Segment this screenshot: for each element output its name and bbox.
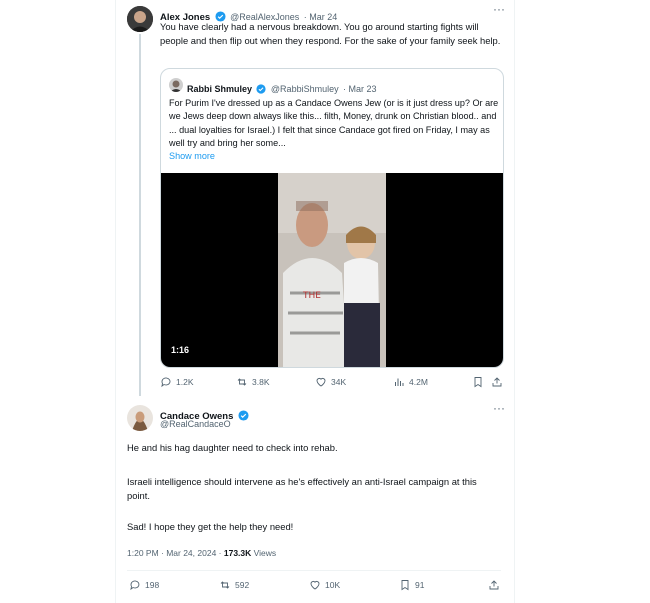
bookmark-icon (474, 377, 482, 388)
repost-icon (237, 378, 247, 386)
heart-icon (316, 377, 326, 387)
share-button[interactable] (488, 579, 500, 591)
analytics-icon (395, 378, 404, 386)
rabbi-avatar (169, 78, 183, 92)
bookmark-count: 91 (415, 580, 425, 590)
reply-button[interactable]: 1.2K (160, 376, 194, 388)
repost-icon (220, 581, 230, 589)
thread-line (139, 34, 141, 396)
divider (127, 570, 501, 571)
candace-avatar[interactable] (127, 405, 153, 431)
like-count: 34K (331, 377, 347, 387)
more-options-icon[interactable]: ··· (493, 401, 505, 415)
views-button[interactable]: 4.2M (393, 376, 428, 388)
repost-button[interactable]: 592 (219, 579, 249, 591)
candace-text-p2: Israeli intelligence should intervene as… (127, 476, 477, 501)
quoted-tweet[interactable]: Rabbi Shmuley @RabbiShmuley · Mar 23 For… (160, 68, 504, 368)
svg-text:THE: THE (302, 291, 321, 301)
like-button[interactable]: 10K (309, 579, 340, 591)
verified-icon (238, 408, 249, 426)
candace-text-p3: Sad! I hope they get the help they need! (127, 521, 294, 532)
repost-count: 592 (235, 580, 250, 590)
heart-icon (310, 580, 320, 590)
bookmark-button[interactable] (472, 376, 484, 388)
repost-button[interactable]: 3.8K (236, 376, 270, 388)
candace-text-p1: He and his hag daughter need to check in… (127, 442, 338, 453)
like-count: 10K (325, 580, 341, 590)
like-button[interactable]: 34K (315, 376, 346, 388)
share-button[interactable] (491, 376, 503, 388)
quote-name: Rabbi Shmuley (187, 84, 253, 94)
more-options-icon[interactable]: ··· (493, 2, 505, 16)
alex-avatar[interactable] (127, 6, 153, 32)
quote-text: For Purim I've dressed up as a Candace O… (169, 98, 499, 149)
views-count: 4.2M (409, 377, 428, 387)
quote-time: · Mar 23 (343, 84, 377, 94)
quote-handle: @RabbiShmuley (270, 84, 339, 94)
video-frame: THE (278, 173, 386, 367)
alex-tweet-text: You have clearly had a nervous breakdown… (160, 21, 501, 46)
share-icon (492, 377, 502, 387)
reply-icon (130, 580, 140, 591)
reply-count: 198 (145, 580, 160, 590)
reply-icon (161, 377, 171, 388)
reply-count: 1.2K (176, 377, 194, 387)
video-duration: 1:16 (171, 345, 190, 355)
repost-count: 3.8K (252, 377, 270, 387)
views-label: Views (251, 548, 277, 558)
reply-button[interactable]: 198 (129, 579, 159, 591)
tweet-views: 173.3K (223, 548, 252, 558)
video-player[interactable]: THE 1:16 (161, 173, 503, 367)
share-icon (489, 580, 499, 590)
candace-handle[interactable]: @RealCandaceO (160, 419, 231, 429)
tweet-timestamp[interactable]: 1:20 PM · Mar 24, 2024 · (127, 548, 224, 558)
tweet-meta: 1:20 PM · Mar 24, 2024 · 173.3K Views (127, 548, 276, 558)
quote-header: Rabbi Shmuley @RabbiShmuley · Mar 23 (187, 79, 377, 99)
bookmark-button[interactable]: 91 (399, 579, 424, 591)
show-more-link[interactable]: Show more (169, 151, 215, 161)
bookmark-icon (401, 580, 409, 591)
